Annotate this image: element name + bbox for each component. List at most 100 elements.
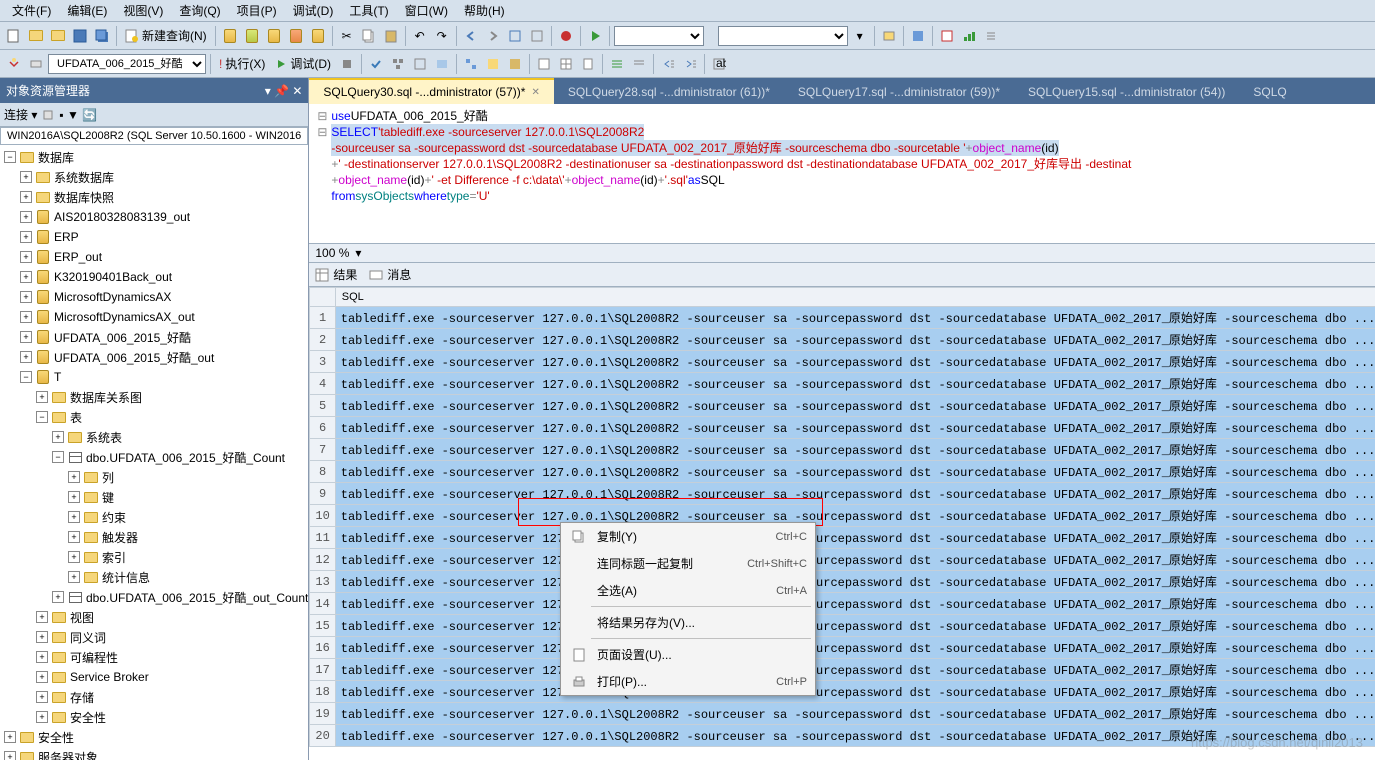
database-combo[interactable]: UFDATA_006_2015_好酷 [48,54,206,74]
tree-node[interactable]: −表 [0,407,308,427]
db-icon-2[interactable] [242,26,262,46]
tree-node[interactable]: +UFDATA_006_2015_好酷_out [0,347,308,367]
db-selector-icon[interactable] [4,54,24,74]
actplan-icon[interactable] [461,54,481,74]
breakpoint-icon[interactable] [556,26,576,46]
context-menu-item[interactable]: 复制(Y)Ctrl+C [561,523,815,550]
grid-cell[interactable]: tablediff.exe -sourceserver 127.0.0.1\SQ… [335,439,1375,461]
messages-tab[interactable]: 消息 [369,266,411,283]
results-tab[interactable]: 结果 [315,266,357,283]
change-conn-icon[interactable] [26,54,46,74]
db-icon-1[interactable] [220,26,240,46]
tree-node[interactable]: +列 [0,467,308,487]
db-icon-4[interactable] [286,26,306,46]
context-menu-item[interactable]: 打印(P)...Ctrl+P [561,668,815,695]
specify-icon[interactable]: ab [709,54,729,74]
tree-node[interactable]: +系统数据库 [0,167,308,187]
row-number[interactable]: 17 [310,659,335,681]
row-number[interactable]: 18 [310,681,335,703]
row-number[interactable]: 11 [310,527,335,549]
menu-debug[interactable]: 调试(D) [285,0,342,21]
tree-node[interactable]: +K320190401Back_out [0,267,308,287]
tree-node[interactable]: +约束 [0,507,308,527]
open-icon[interactable] [26,26,46,46]
grid-cell[interactable]: tablediff.exe -sourceserver 127.0.0.1\SQ… [335,351,1375,373]
row-number[interactable]: 19 [310,703,335,725]
tree-node[interactable]: +触发器 [0,527,308,547]
tree-node[interactable]: +索引 [0,547,308,567]
row-number[interactable]: 7 [310,439,335,461]
editor-tab[interactable]: SQLQuery30.sql -...dministrator (57))*✕ [309,78,553,104]
nav-icon[interactable] [505,26,525,46]
menu-help[interactable]: 帮助(H) [456,0,513,21]
server-node[interactable]: WIN2016A\SQL2008R2 (SQL Server 10.50.160… [0,127,308,145]
menu-window[interactable]: 窗口(W) [397,0,456,21]
context-menu-item[interactable]: 页面设置(U)... [561,641,815,668]
grid-cell[interactable]: tablediff.exe -sourceserver 127.0.0.1\SQ… [335,659,1375,681]
results-file-icon[interactable] [578,54,598,74]
row-number[interactable]: 15 [310,615,335,637]
grid-cell[interactable]: tablediff.exe -sourceserver 127.0.0.1\SQ… [335,505,1375,527]
results-text-icon[interactable] [534,54,554,74]
tree-node[interactable]: +ERP [0,227,308,247]
tree-node[interactable]: +存储 [0,687,308,707]
open2-icon[interactable] [48,26,68,46]
cut-icon[interactable]: ✂ [337,26,357,46]
grid-cell[interactable]: tablediff.exe -sourceserver 127.0.0.1\SQ… [335,395,1375,417]
tree-node[interactable]: +安全性 [0,707,308,727]
grid-cell[interactable]: tablediff.exe -sourceserver 127.0.0.1\SQ… [335,571,1375,593]
row-number[interactable]: 12 [310,549,335,571]
config-icon[interactable]: ▾ [850,26,870,46]
context-menu-item[interactable]: 将结果另存为(V)... [561,609,815,636]
row-number[interactable]: 16 [310,637,335,659]
editor-tab[interactable]: SQLQuery15.sql -...dministrator (54)) [1014,80,1239,104]
tree-node[interactable]: +服务器对象 [0,747,308,760]
tree-node[interactable]: +数据库关系图 [0,387,308,407]
report-icon[interactable] [937,26,957,46]
db-icon-5[interactable] [308,26,328,46]
panel-controls[interactable]: ▾ 📌 ✕ [265,84,303,98]
sql-editor[interactable]: ⊟use UFDATA_006_2015_好酷 ⊟SELECT 'tabledi… [309,104,1375,244]
execute-button[interactable]: !执行(X) [215,53,269,75]
results-grid[interactable]: SQL 1tablediff.exe -sourceserver 127.0.0… [309,287,1375,760]
menu-project[interactable]: 项目(P) [229,0,285,21]
row-number[interactable]: 13 [310,571,335,593]
redo-icon[interactable]: ↷ [432,26,452,46]
play-icon[interactable] [585,26,605,46]
tree-node[interactable]: +UFDATA_006_2015_好酷 [0,327,308,347]
grid-cell[interactable]: tablediff.exe -sourceserver 127.0.0.1\SQ… [335,373,1375,395]
menu-file[interactable]: 文件(F) [4,0,59,21]
db-icon-3[interactable] [264,26,284,46]
editor-tab[interactable]: SQLQuery17.sql -...dministrator (59))* [784,80,1014,104]
estplan-icon[interactable] [388,54,408,74]
editor-tab[interactable]: SQLQuery28.sql -...dministrator (61))* [554,80,784,104]
row-number[interactable]: 2 [310,329,335,351]
new-project-icon[interactable] [4,26,24,46]
row-number[interactable]: 14 [310,593,335,615]
nav-back-icon[interactable] [461,26,481,46]
grid-cell[interactable]: tablediff.exe -sourceserver 127.0.0.1\SQ… [335,637,1375,659]
saveall-icon[interactable] [92,26,112,46]
stop-icon[interactable] [337,54,357,74]
context-menu-item[interactable]: 连同标题一起复制Ctrl+Shift+C [561,550,815,577]
disconnect-icon[interactable] [41,108,55,122]
parse-icon[interactable] [366,54,386,74]
activity-icon[interactable] [908,26,928,46]
zoom-level[interactable]: 100 % [315,246,349,260]
tree-node[interactable]: +ERP_out [0,247,308,267]
indent-dec-icon[interactable] [658,54,678,74]
col-header[interactable]: SQL [335,288,1375,307]
menu-edit[interactable]: 编辑(E) [59,0,115,21]
tree-node[interactable]: −dbo.UFDATA_006_2015_好酷_Count [0,447,308,467]
grid-cell[interactable]: tablediff.exe -sourceserver 127.0.0.1\SQ… [335,307,1375,329]
grid-cell[interactable]: tablediff.exe -sourceserver 127.0.0.1\SQ… [335,593,1375,615]
grid-cell[interactable]: tablediff.exe -sourceserver 127.0.0.1\SQ… [335,549,1375,571]
find-icon[interactable] [879,26,899,46]
row-number[interactable]: 8 [310,461,335,483]
grid-cell[interactable]: tablediff.exe -sourceserver 127.0.0.1\SQ… [335,703,1375,725]
row-number[interactable]: 1 [310,307,335,329]
options-icon[interactable] [410,54,430,74]
intellisense-icon[interactable] [432,54,452,74]
tree-node[interactable]: +视图 [0,607,308,627]
new-query-button[interactable]: 新建查询(N) [121,25,211,47]
